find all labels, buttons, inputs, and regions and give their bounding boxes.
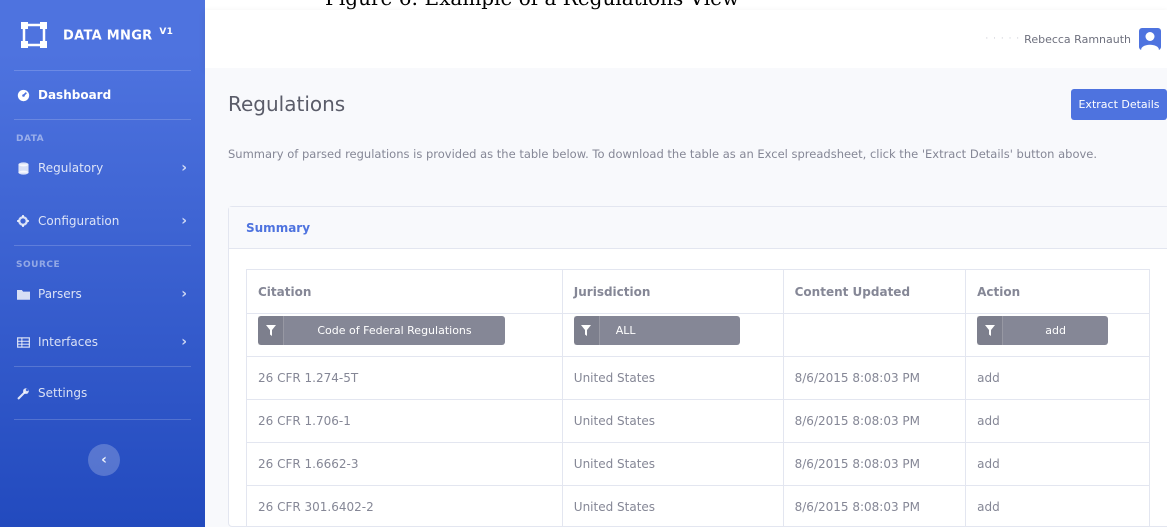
chevron-right-icon: › (181, 160, 187, 176)
chevron-right-icon: › (181, 213, 187, 229)
sidebar-item-label: Settings (38, 386, 88, 400)
action-filter-dropdown[interactable]: add (977, 316, 1109, 345)
topbar: · · · · · Rebecca Ramnauth (205, 10, 1167, 68)
sidebar-toggle-button[interactable]: ‹ (88, 444, 120, 476)
column-header-content-updated[interactable]: Content Updated (782, 269, 967, 314)
sidebar-section-source: SOURCE (16, 260, 61, 270)
column-header-jurisdiction[interactable]: Jurisdiction (561, 269, 784, 314)
table-header-row: Citation Jurisdiction Content Updated Ac… (246, 269, 1150, 314)
filter-cell-jurisdiction: ALL (561, 313, 784, 357)
cell-citation: 26 CFR 301.6402-2 (246, 485, 563, 527)
sidebar: DATA MNGR V1 Dashboard DATA Regulatory ›… (0, 0, 205, 527)
column-header-action[interactable]: Action (965, 269, 1150, 314)
table-row[interactable]: 26 CFR 1.6662-3 United States 8/6/2015 8… (246, 442, 1150, 486)
tachometer-icon (16, 88, 30, 102)
jurisdiction-filter-dropdown[interactable]: ALL (573, 316, 740, 345)
user-avatar-icon[interactable] (1139, 28, 1161, 50)
figure-caption: Figure 6: Example of a Regulations View (205, 0, 1167, 10)
sidebar-item-label: Regulatory (38, 161, 104, 175)
summary-card: Summary Citation Jurisdiction Content Up… (228, 206, 1167, 527)
sidebar-item-label: Interfaces (38, 335, 98, 349)
sidebar-item-configuration[interactable]: Configuration › (0, 197, 205, 245)
cell-content-updated: 8/6/2015 8:08:03 PM (782, 399, 967, 443)
main-content: Regulations Extract Details Summary of p… (205, 68, 1167, 527)
table-icon (16, 335, 30, 349)
sidebar-item-label: Parsers (38, 287, 82, 301)
cell-citation: 26 CFR 1.6662-3 (246, 442, 563, 486)
filter-icon (258, 316, 284, 345)
extract-details-button[interactable]: Extract Details (1071, 89, 1167, 120)
page-description: Summary of parsed regulations is provide… (228, 147, 1098, 161)
chevron-right-icon: › (181, 334, 187, 350)
filter-icon (977, 316, 1004, 345)
sidebar-item-dashboard[interactable]: Dashboard (0, 71, 205, 119)
citation-filter-value: Code of Federal Regulations (317, 324, 472, 337)
summary-card-header: Summary (229, 207, 1167, 249)
user-name[interactable]: Rebecca Ramnauth (1024, 33, 1131, 46)
cell-citation: 26 CFR 1.706-1 (246, 399, 563, 443)
sidebar-item-interfaces[interactable]: Interfaces › (0, 318, 205, 366)
chevron-left-icon: ‹ (101, 452, 107, 468)
cell-jurisdiction: United States (561, 485, 784, 527)
chevron-right-icon: › (181, 286, 187, 302)
table-filter-row: Code of Federal Regulations ALL add (246, 313, 1150, 357)
cell-action[interactable]: add (965, 485, 1150, 527)
cell-content-updated: 8/6/2015 8:08:03 PM (782, 356, 967, 400)
action-filter-value: add (1045, 324, 1066, 337)
faded-notification-icons: · · · · · (985, 34, 1021, 44)
filter-cell-content-updated (782, 313, 967, 357)
sidebar-brand[interactable]: DATA MNGR V1 (0, 0, 205, 70)
cell-jurisdiction: United States (561, 356, 784, 400)
cell-content-updated: 8/6/2015 8:08:03 PM (782, 485, 967, 527)
sidebar-item-settings[interactable]: Settings (0, 367, 205, 419)
jurisdiction-filter-value: ALL (615, 324, 636, 337)
filter-cell-action: add (965, 313, 1150, 357)
sidebar-item-label: Dashboard (38, 88, 112, 102)
cell-jurisdiction: United States (561, 442, 784, 486)
wrench-icon (16, 386, 30, 400)
figure-caption-text: Figure 6: Example of a Regulations View (325, 0, 739, 10)
column-header-citation[interactable]: Citation (246, 269, 563, 314)
filter-icon (573, 316, 600, 345)
cell-content-updated: 8/6/2015 8:08:03 PM (782, 442, 967, 486)
cell-action[interactable]: add (965, 442, 1150, 486)
sidebar-item-regulatory[interactable]: Regulatory › (0, 144, 205, 192)
cell-action[interactable]: add (965, 356, 1150, 400)
gear-icon (16, 214, 30, 228)
regulations-table: Citation Jurisdiction Content Updated Ac… (246, 269, 1150, 527)
cell-action[interactable]: add (965, 399, 1150, 443)
citation-filter-dropdown[interactable]: Code of Federal Regulations (258, 316, 505, 345)
table-row[interactable]: 26 CFR 301.6402-2 United States 8/6/2015… (246, 485, 1150, 527)
page-title: Regulations (228, 92, 346, 116)
table-row[interactable]: 26 CFR 1.274-5T United States 8/6/2015 8… (246, 356, 1150, 400)
sidebar-divider (14, 419, 191, 420)
sidebar-item-parsers[interactable]: Parsers › (0, 270, 205, 318)
brand-version: V1 (159, 26, 174, 37)
brand-logo-icon (20, 21, 48, 49)
filter-cell-citation: Code of Federal Regulations (246, 313, 563, 357)
sidebar-item-label: Configuration (38, 214, 120, 228)
database-icon (16, 161, 30, 175)
cell-citation: 26 CFR 1.274-5T (246, 356, 563, 400)
brand-title: DATA MNGR (63, 28, 153, 44)
folder-icon (16, 287, 30, 301)
table-row[interactable]: 26 CFR 1.706-1 United States 8/6/2015 8:… (246, 399, 1150, 443)
cell-jurisdiction: United States (561, 399, 784, 443)
brand-name: DATA MNGR V1 (63, 27, 173, 43)
sidebar-section-data: DATA (16, 134, 45, 144)
